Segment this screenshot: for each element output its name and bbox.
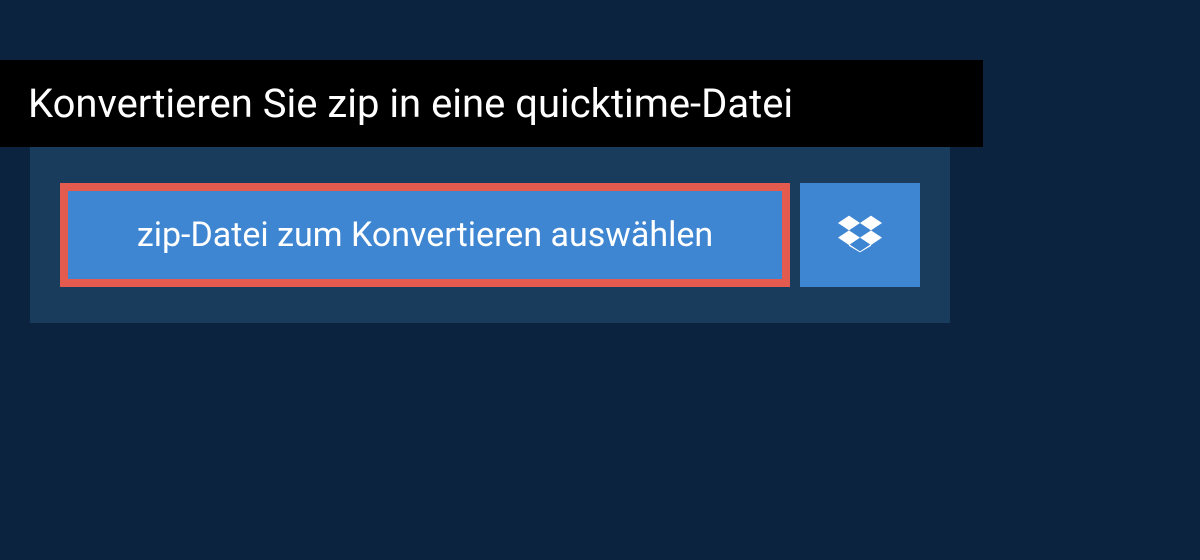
select-file-button[interactable]: zip-Datei zum Konvertieren auswählen	[60, 183, 790, 287]
dropbox-button[interactable]	[800, 183, 920, 287]
dropbox-icon	[838, 212, 882, 259]
header-bar: Konvertieren Sie zip in eine quicktime-D…	[0, 60, 983, 147]
select-file-label: zip-Datei zum Konvertieren auswählen	[137, 215, 713, 255]
file-select-panel: zip-Datei zum Konvertieren auswählen	[30, 147, 950, 323]
page-title: Konvertieren Sie zip in eine quicktime-D…	[28, 80, 955, 127]
